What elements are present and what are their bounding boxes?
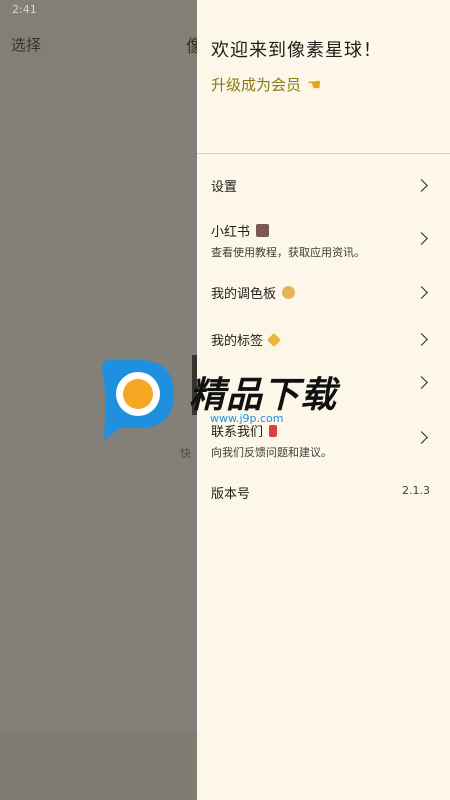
menu-item-settings[interactable]: 设置 [197,176,450,195]
menu-item-label: 我的调色板 [211,287,277,302]
upgrade-membership-link[interactable]: 升级成为会员 ☚ [211,74,321,95]
tag-icon [266,332,282,347]
menu-item-label-row: 小红书 [211,221,450,240]
menu-item-subtitle: 查看使用教程，获取应用资讯。 [211,246,365,259]
chevron-right-icon [415,376,428,389]
version-value: 2.1.3 [402,484,430,497]
watermark-logo-icon [102,359,174,440]
palette-icon [282,286,296,299]
pointing-hand-icon: ☚ [307,75,322,94]
watermark-text: 精品下载 [189,375,338,416]
menu-item-label: 小红书 [211,225,251,240]
menu-item-tags[interactable]: 我的标签 [197,330,450,349]
menu-item-palette[interactable]: 我的调色板 [197,283,450,302]
watermark-url: www.j9p.com [210,412,284,425]
menu-item-xiaohongshu[interactable]: 小红书 查看使用教程，获取应用资讯。 [197,221,450,260]
menu-item-label: 我的标签 [211,334,264,349]
status-time: 2:41 [12,3,37,16]
watermark: 精品下载 www.j9p.com [98,358,353,448]
upgrade-label: 升级成为会员 [211,76,302,94]
menu-item-version: 版本号 2.1.3 [197,483,450,502]
drawer-divider [197,153,450,154]
book-icon [256,224,270,237]
welcome-heading: 欢迎来到像素星球！ [211,40,382,61]
